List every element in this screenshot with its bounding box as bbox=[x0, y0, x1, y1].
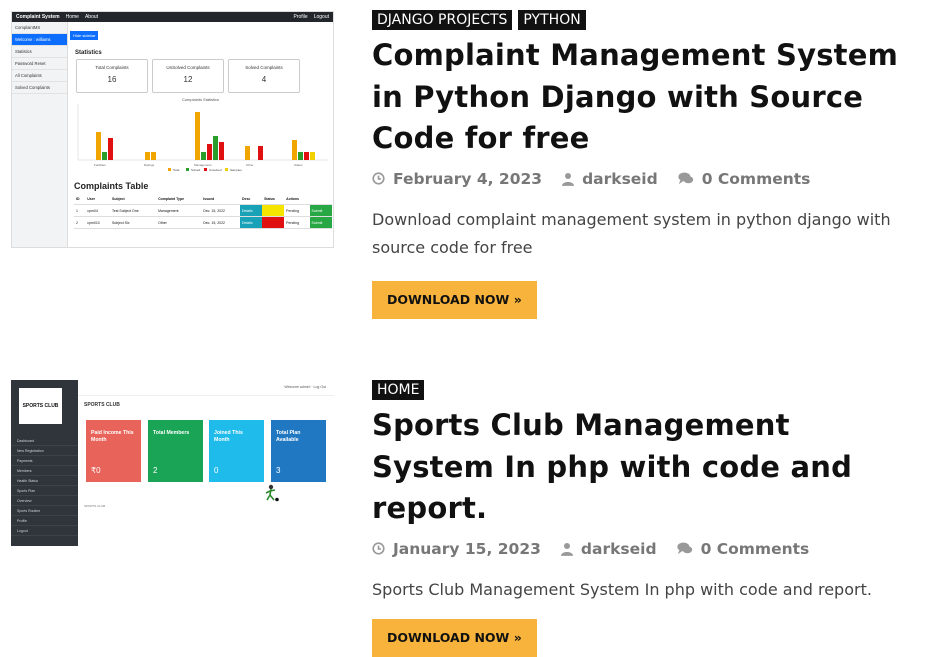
thumb-sidebar: SPORTS CLUB Dashboard New Registration P… bbox=[11, 380, 78, 546]
thumb-sidebar-item: Dashboard bbox=[11, 436, 78, 446]
thumb-bar bbox=[304, 152, 309, 160]
thumb-tile: Total Plan Available 3 bbox=[271, 420, 326, 482]
post-comments[interactable]: 0 Comments bbox=[701, 540, 810, 558]
post-2-excerpt: Sports Club Management System In php wit… bbox=[372, 579, 872, 599]
thumb-sidebar-item: Overview bbox=[11, 496, 78, 506]
thumb-table-row: 1 cpm04 Test Subject One Management Dec. 15,… bbox=[74, 204, 332, 217]
thumb-legend: Solved bbox=[191, 168, 201, 172]
thumb-bar bbox=[195, 112, 200, 160]
thumb-logo: SPORTS CLUB bbox=[19, 388, 62, 424]
thumb-main: Welcome admin! · Log Out SPORTS CLUB Pai… bbox=[78, 380, 334, 546]
thumb-bar bbox=[310, 152, 315, 160]
thumb-nav-link: Home bbox=[65, 14, 79, 20]
thumb-brand: ComplaintMS bbox=[12, 22, 67, 34]
thumb-bar bbox=[298, 152, 303, 160]
post-2-thumbnail[interactable]: SPORTS CLUB Dashboard New Registration P… bbox=[11, 380, 334, 546]
thumb-legend: Total bbox=[173, 168, 180, 172]
post-2-meta: January 15, 2023 darkseid 0 Comments bbox=[372, 538, 917, 560]
download-now-button[interactable]: DOWNLOAD NOW » bbox=[372, 280, 537, 319]
comments-icon bbox=[678, 172, 693, 185]
thumb-header: Welcome admin! · Log Out bbox=[78, 380, 334, 396]
thumb-main: Hide sidebar Statistics Total Complaints… bbox=[70, 24, 332, 247]
thumb-sidebar-item: Logout bbox=[11, 526, 78, 536]
thumb-xtick: Facilities bbox=[94, 163, 106, 167]
thumb-footer: SPORTS CLUB bbox=[84, 504, 106, 508]
thumb-bar bbox=[207, 144, 212, 160]
clock-icon bbox=[372, 542, 385, 555]
comments-icon bbox=[676, 542, 692, 555]
thumb-bar bbox=[292, 140, 297, 160]
thumb-nav-title: Complaint System bbox=[16, 14, 60, 20]
thumb-table-title: Complaints Table bbox=[74, 181, 149, 191]
thumb-bar-chart: Facilities Ratings Management Other Stat… bbox=[77, 104, 328, 172]
thumb-sidebar-item: Health Status bbox=[11, 476, 78, 486]
post-1-title[interactable]: Complaint Management System in Python Dj… bbox=[372, 35, 917, 160]
thumb-bar bbox=[108, 138, 113, 160]
thumb-sidebar-item: Solved Complaints bbox=[12, 82, 67, 94]
thumb-bar bbox=[102, 152, 107, 160]
soccer-player-icon bbox=[265, 484, 279, 502]
post-1-categories: DJANGO PROJECTS PYTHON bbox=[372, 10, 917, 30]
post-1-excerpt: Download complaint management system in … bbox=[372, 209, 891, 257]
post-1-thumbnail[interactable]: Complaint System Home About Profile Logo… bbox=[11, 11, 334, 248]
thumb-xtick: Status bbox=[294, 163, 303, 167]
user-icon bbox=[562, 172, 575, 186]
thumb-sidebar-item: Sports Plan bbox=[11, 486, 78, 496]
user-icon bbox=[560, 542, 573, 556]
thumb-table: ID User Subject Complaint Type Issued Desc Sta… bbox=[74, 193, 332, 229]
thumb-tile: Joined This Month 0 bbox=[209, 420, 264, 482]
thumb-sidebar-item: Password Reset bbox=[12, 58, 67, 70]
thumb-stat-card: Total Complaints 16 bbox=[76, 59, 148, 93]
thumb-bar bbox=[201, 152, 206, 160]
thumb-sidebar-item: Welcome : williams bbox=[12, 34, 67, 46]
thumb-sidebar-item: Statistics bbox=[12, 46, 67, 58]
thumb-nav-link: Profile bbox=[293, 14, 308, 20]
post-comments[interactable]: 0 Comments bbox=[702, 170, 811, 188]
thumb-page-title: SPORTS CLUB bbox=[84, 402, 120, 408]
thumb-bar bbox=[213, 136, 218, 160]
thumb-stat-card: UnSolved Complaints 12 bbox=[152, 59, 224, 93]
post-2-categories: HOME bbox=[372, 380, 917, 400]
post-date[interactable]: January 15, 2023 bbox=[393, 540, 541, 558]
thumb-table-row: 2 cpm010 Subject Six Other Dec. 15, 2022 Deta… bbox=[74, 216, 332, 229]
post-date[interactable]: February 4, 2023 bbox=[393, 170, 542, 188]
thumb-sidebar-item: Profile bbox=[11, 516, 78, 526]
thumb-tile: Total Members 2 bbox=[148, 420, 203, 482]
thumb-bar bbox=[151, 152, 156, 160]
thumb-xtick: Management bbox=[194, 163, 212, 167]
thumb-legend: Unsolved bbox=[209, 168, 222, 172]
thumb-bar bbox=[258, 146, 263, 160]
thumb-bar bbox=[219, 142, 224, 160]
post-author[interactable]: darkseid bbox=[581, 540, 657, 558]
thumb-bar bbox=[96, 132, 101, 160]
download-now-button[interactable]: DOWNLOAD NOW » bbox=[372, 618, 537, 657]
category-tag[interactable]: HOME bbox=[372, 380, 425, 400]
thumb-sidebar-item: All Complaints bbox=[12, 70, 67, 82]
category-tag[interactable]: PYTHON bbox=[518, 10, 586, 30]
thumb-sidebar-item: Sports Routine bbox=[11, 506, 78, 516]
thumb-xtick: Other bbox=[246, 163, 254, 167]
thumb-sidebar: ComplaintMS Welcome : williams Statistic… bbox=[12, 22, 68, 247]
post-2-title[interactable]: Sports Club Management System In php wit… bbox=[372, 405, 917, 530]
post-author[interactable]: darkseid bbox=[582, 170, 658, 188]
thumb-sidebar-item: Members bbox=[11, 466, 78, 476]
post-2-content: HOME Sports Club Management System In ph… bbox=[372, 380, 917, 657]
post-1-meta: February 4, 2023 darkseid 0 Comments bbox=[372, 168, 917, 190]
thumb-navbar: Complaint System Home About Profile Logo… bbox=[12, 12, 333, 22]
thumb-stat-card: Solved Complaints 4 bbox=[228, 59, 300, 93]
post-1-content: DJANGO PROJECTS PYTHON Complaint Managem… bbox=[372, 10, 917, 319]
thumb-tile: Paid Income This Month ₹0 bbox=[86, 420, 141, 482]
thumb-hide-button: Hide sidebar bbox=[70, 31, 99, 40]
thumb-bar bbox=[245, 146, 250, 160]
thumb-sidebar-item: New Registration bbox=[11, 446, 78, 456]
thumb-nav-link: Logout bbox=[313, 14, 329, 20]
thumb-legend: Sampleu bbox=[230, 168, 242, 172]
thumb-bar bbox=[145, 152, 150, 160]
category-tag[interactable]: DJANGO PROJECTS bbox=[372, 10, 513, 30]
thumb-sidebar-item: Payments bbox=[11, 456, 78, 466]
thumb-xtick: Ratings bbox=[144, 163, 155, 167]
thumb-nav-link: About bbox=[84, 14, 99, 20]
thumb-stats-title: Statistics bbox=[75, 50, 102, 56]
clock-icon bbox=[372, 172, 385, 185]
